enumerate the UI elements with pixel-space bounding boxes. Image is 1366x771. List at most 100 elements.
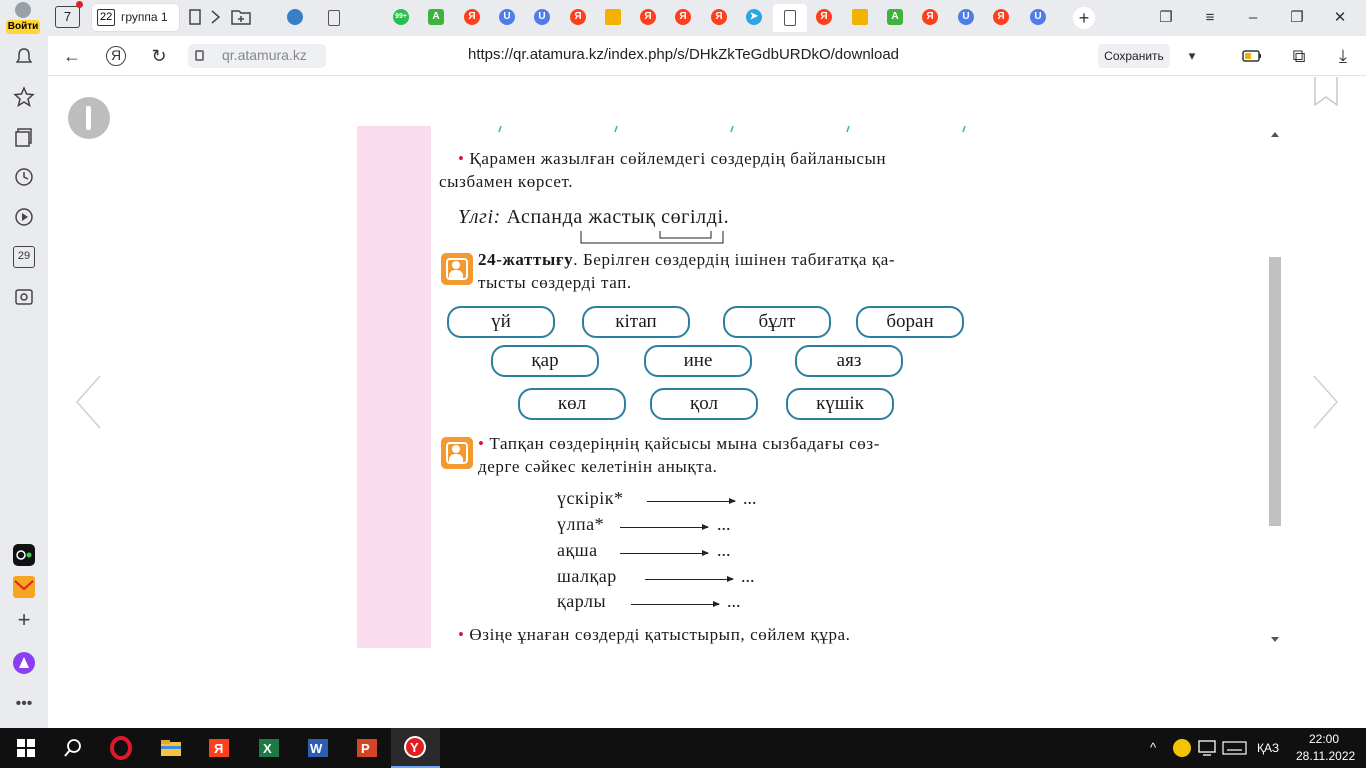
- tab-favicon-green-icon[interactable]: A: [887, 9, 903, 25]
- bookmark-icon[interactable]: [1314, 77, 1338, 107]
- menu-icon[interactable]: ≡: [1201, 9, 1219, 27]
- new-tab-button[interactable]: +: [1073, 7, 1095, 29]
- chevron-down-icon[interactable]: ▾: [1182, 46, 1202, 66]
- tab-favicon-earth-icon[interactable]: [287, 9, 303, 25]
- tab-group-collapsed[interactable]: 7: [55, 6, 80, 28]
- page-scrollbar[interactable]: [1267, 126, 1283, 648]
- mail-icon[interactable]: [13, 576, 35, 598]
- tab-favicon-u-icon[interactable]: U: [534, 9, 550, 25]
- login-label: Войти: [6, 20, 40, 34]
- file-explorer-icon[interactable]: [159, 736, 183, 760]
- history-icon[interactable]: [13, 166, 35, 188]
- word-box: бұлт: [723, 306, 831, 338]
- domain-label: qr.atamura.kz: [222, 47, 307, 63]
- minimize-icon[interactable]: –: [1244, 9, 1262, 27]
- collections-icon[interactable]: [13, 126, 35, 148]
- tab-favicon-u-icon[interactable]: U: [1030, 9, 1046, 25]
- prev-page-arrow-icon[interactable]: [74, 374, 104, 430]
- tab-group-count: 22: [97, 9, 116, 26]
- keyboard-icon[interactable]: [1222, 739, 1248, 757]
- word-box: ине: [644, 345, 752, 377]
- scroll-down-icon[interactable]: [1271, 637, 1279, 642]
- tab-favicon-doc-icon: [784, 10, 796, 26]
- scroll-thumb[interactable]: [1269, 257, 1281, 526]
- task-text: . Берілген сөздердің ішінен табиғатқа қа…: [573, 250, 896, 269]
- alice-assistant-icon[interactable]: [13, 652, 35, 674]
- play-icon[interactable]: [13, 206, 35, 228]
- close-icon[interactable]: ✕: [1331, 9, 1349, 27]
- svg-text:X: X: [263, 741, 272, 756]
- chain-dots: ...: [743, 488, 757, 508]
- more-icon[interactable]: •••: [13, 694, 35, 716]
- tab-group-1[interactable]: 22 группа 1: [92, 4, 179, 31]
- yandex-browser-active-icon[interactable]: Y: [391, 728, 440, 768]
- add-panel-icon[interactable]: +: [13, 609, 35, 631]
- word-box: қар: [491, 345, 599, 377]
- network-icon[interactable]: [1197, 738, 1217, 758]
- word-icon[interactable]: W: [306, 736, 330, 760]
- excel-icon[interactable]: X: [257, 736, 281, 760]
- tab-favicon-green-icon[interactable]: A: [428, 9, 444, 25]
- screenshot-icon[interactable]: [13, 286, 35, 308]
- tab-favicon-whatsapp-icon[interactable]: 99+: [393, 9, 409, 25]
- bell-icon[interactable]: [13, 46, 35, 68]
- tab-favicon-u-icon[interactable]: U: [499, 9, 515, 25]
- bullet-icon: •: [458, 625, 470, 644]
- tab-favicon-u-icon[interactable]: U: [958, 9, 974, 25]
- chevron-right-icon[interactable]: [205, 6, 227, 28]
- extensions-icon[interactable]: ⧉: [1289, 46, 1309, 66]
- opera-icon[interactable]: [109, 736, 133, 760]
- back-icon[interactable]: ←: [62, 46, 82, 66]
- chain-arrow-icon: [631, 601, 720, 607]
- tab-favicon-yandex-icon[interactable]: Я: [464, 9, 480, 25]
- tray-app-icon[interactable]: [1173, 739, 1191, 757]
- restore-icon[interactable]: ❐: [1288, 9, 1306, 27]
- tab-group-label: группа 1: [121, 10, 168, 24]
- notification-dot: [76, 1, 83, 8]
- browser-sidebar: 29 + •••: [0, 36, 48, 728]
- tab-favicon-yandex-icon[interactable]: Я: [711, 9, 727, 25]
- tab-favicon-doc-icon[interactable]: [328, 10, 340, 26]
- yandex-browser-icon[interactable]: Я: [207, 736, 231, 760]
- account-button[interactable]: Войти: [6, 2, 40, 34]
- tab-favicon-yandex-icon[interactable]: Я: [993, 9, 1009, 25]
- language-indicator[interactable]: ҚАЗ: [1257, 741, 1279, 755]
- info-button[interactable]: [68, 97, 110, 139]
- star-icon[interactable]: [13, 86, 35, 108]
- example-line: Үлгі: Аспанда жастық сөгілді.: [458, 206, 729, 229]
- chain-word: үскірік*: [557, 488, 624, 508]
- clock-date[interactable]: 28.11.2022: [1296, 749, 1355, 763]
- add-folder-icon[interactable]: [230, 6, 252, 28]
- tab-favicon-yandex-icon[interactable]: Я: [675, 9, 691, 25]
- download-icon[interactable]: ⤓: [1333, 46, 1353, 66]
- collections-icon[interactable]: ❐: [1157, 9, 1175, 27]
- chain-dots: ...: [717, 514, 731, 534]
- scroll-up-icon[interactable]: [1271, 132, 1279, 137]
- info-icon: [86, 106, 91, 130]
- tab-favicon-yandex-icon[interactable]: Я: [570, 9, 586, 25]
- alice-app-icon[interactable]: [13, 544, 35, 566]
- clock-time[interactable]: 22:00: [1309, 732, 1339, 746]
- tab-favicon-image-icon[interactable]: [605, 9, 621, 25]
- chain-arrow-icon: [647, 498, 736, 504]
- page-margin: [357, 126, 431, 648]
- save-button[interactable]: Сохранить: [1098, 44, 1170, 68]
- site-info-button[interactable]: qr.atamura.kz: [188, 44, 326, 68]
- tray-expand-icon[interactable]: ^: [1150, 740, 1156, 755]
- active-tab[interactable]: [773, 4, 807, 32]
- tab-favicon-telegram-icon[interactable]: ➤: [746, 9, 762, 25]
- next-page-arrow-icon[interactable]: [1310, 374, 1340, 430]
- yandex-icon[interactable]: Я: [106, 46, 126, 66]
- reload-icon[interactable]: ↻: [149, 46, 169, 66]
- windows-start-icon[interactable]: [14, 736, 38, 760]
- tab-favicon-yandex-icon[interactable]: Я: [640, 9, 656, 25]
- powerpoint-icon[interactable]: P: [355, 736, 379, 760]
- tab-favicon-yandex-icon[interactable]: Я: [816, 9, 832, 25]
- tab-favicon-yandex-icon[interactable]: Я: [922, 9, 938, 25]
- tab-favicon-image-icon[interactable]: [852, 9, 868, 25]
- search-icon[interactable]: [61, 736, 85, 760]
- url-field[interactable]: https://qr.atamura.kz/index.php/s/DHkZkT…: [468, 46, 899, 63]
- chain-word: үлпа*: [557, 514, 605, 534]
- battery-icon[interactable]: [1242, 46, 1262, 66]
- calendar-icon[interactable]: 29: [13, 246, 35, 268]
